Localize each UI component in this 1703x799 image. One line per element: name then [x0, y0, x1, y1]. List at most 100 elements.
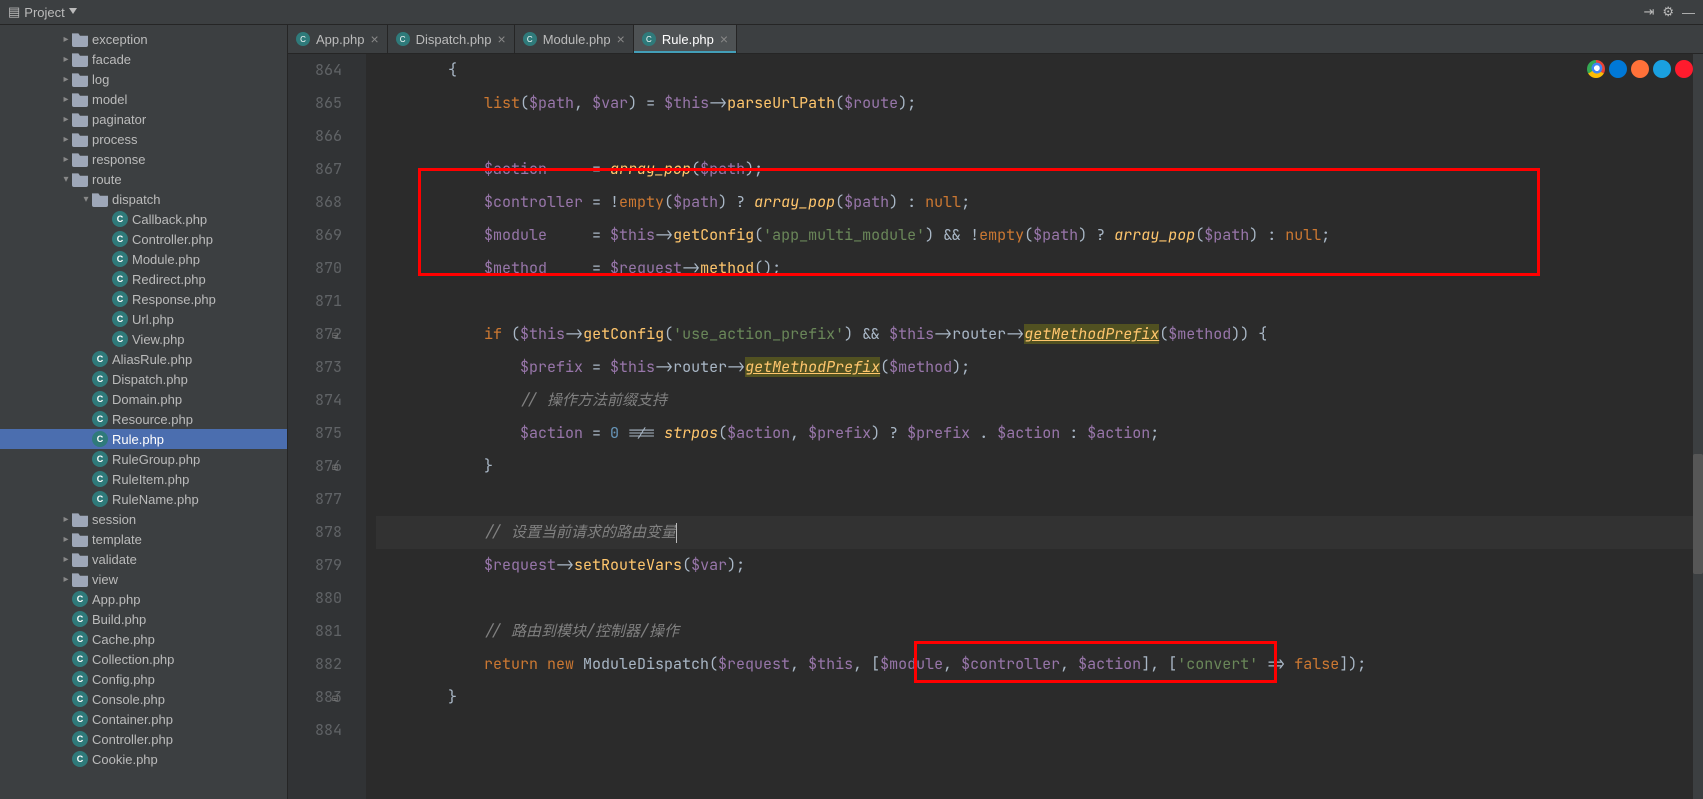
tree-arrow-icon[interactable] [60, 134, 72, 145]
close-icon[interactable]: × [720, 31, 728, 47]
tree-arrow-icon[interactable] [60, 34, 72, 45]
tree-item[interactable]: CBuild.php [0, 609, 287, 629]
tree-item[interactable]: CCache.php [0, 629, 287, 649]
tree-item[interactable]: CRuleName.php [0, 489, 287, 509]
code-line[interactable]: $prefix = $this->router->getMethodPrefix… [376, 351, 1693, 384]
tree-item[interactable]: CView.php [0, 329, 287, 349]
tree-item[interactable]: CRedirect.php [0, 269, 287, 289]
tree-arrow-icon[interactable] [60, 74, 72, 85]
tree-arrow-icon[interactable] [60, 114, 72, 125]
tree-item[interactable]: log [0, 69, 287, 89]
code-line[interactable]: if ($this->getConfig('use_action_prefix'… [376, 318, 1693, 351]
code-line[interactable] [376, 582, 1693, 615]
fold-icon[interactable]: ⊟ [332, 318, 338, 351]
tree-item[interactable]: facade [0, 49, 287, 69]
tree-arrow-icon[interactable] [60, 554, 72, 565]
tree-item[interactable]: session [0, 509, 287, 529]
editor-tab[interactable]: CApp.php× [288, 25, 388, 53]
opera-icon[interactable] [1675, 60, 1693, 78]
chrome-icon[interactable] [1587, 60, 1605, 78]
tree-arrow-icon[interactable] [80, 194, 92, 205]
tree-item[interactable]: exception [0, 29, 287, 49]
code-line[interactable] [376, 285, 1693, 318]
editor-tab[interactable]: CModule.php× [515, 25, 634, 53]
tree-arrow-icon[interactable] [60, 174, 72, 185]
code-line[interactable] [376, 120, 1693, 153]
firefox-icon[interactable] [1631, 60, 1649, 78]
tree-item[interactable]: CCollection.php [0, 649, 287, 669]
tree-item[interactable]: view [0, 569, 287, 589]
fold-icon[interactable]: ⊟ [332, 681, 338, 714]
project-sidebar[interactable]: exceptionfacadelogmodelpaginatorprocessr… [0, 25, 288, 799]
code-line[interactable]: } [376, 681, 1693, 714]
code-editor[interactable]: { list($path, $var) = $this->parseUrlPat… [366, 54, 1693, 799]
code-line[interactable]: $controller = !empty($path) ? array_pop(… [376, 186, 1693, 219]
line-number: 878 [288, 516, 342, 549]
tree-item[interactable]: route [0, 169, 287, 189]
tree-item[interactable]: CController.php [0, 729, 287, 749]
tree-item[interactable]: dispatch [0, 189, 287, 209]
tree-item[interactable]: CContainer.php [0, 709, 287, 729]
tree-item[interactable]: CDomain.php [0, 389, 287, 409]
tree-item[interactable]: CCookie.php [0, 749, 287, 769]
tree-arrow-icon[interactable] [60, 534, 72, 545]
tree-item[interactable]: CConsole.php [0, 689, 287, 709]
close-icon[interactable]: × [498, 31, 506, 47]
tree-arrow-icon[interactable] [60, 94, 72, 105]
editor-tab[interactable]: CDispatch.php× [388, 25, 515, 53]
code-line[interactable]: list($path, $var) = $this->parseUrlPath(… [376, 87, 1693, 120]
tree-label: exception [92, 32, 148, 47]
scrollbar-thumb[interactable] [1693, 454, 1703, 574]
code-line[interactable] [376, 483, 1693, 516]
code-line[interactable]: return new ModuleDispatch($request, $thi… [376, 648, 1693, 681]
code-container[interactable]: 864865866867868869870871872⊟873874875876… [288, 54, 1703, 799]
vertical-scrollbar[interactable] [1693, 54, 1703, 799]
code-line[interactable]: $action = array_pop($path); [376, 153, 1693, 186]
tree-item[interactable]: paginator [0, 109, 287, 129]
code-line[interactable]: // 设置当前请求的路由变量 [376, 516, 1693, 549]
tree-item[interactable]: CRuleItem.php [0, 469, 287, 489]
code-line[interactable]: // 路由到模块/控制器/操作 [376, 615, 1693, 648]
code-line[interactable]: $request->setRouteVars($var); [376, 549, 1693, 582]
tree-item[interactable]: CCallback.php [0, 209, 287, 229]
editor-tab[interactable]: CRule.php× [634, 25, 737, 53]
edge-icon[interactable] [1609, 60, 1627, 78]
tree-item[interactable]: model [0, 89, 287, 109]
fold-icon[interactable]: ⊟ [332, 450, 338, 483]
code-line[interactable]: { [376, 54, 1693, 87]
tree-item[interactable]: CResource.php [0, 409, 287, 429]
tree-arrow-icon[interactable] [60, 154, 72, 165]
tree-item[interactable]: CConfig.php [0, 669, 287, 689]
tree-item[interactable]: template [0, 529, 287, 549]
code-line[interactable] [376, 714, 1693, 747]
tree-item[interactable]: process [0, 129, 287, 149]
code-line[interactable]: $method = $request->method(); [376, 252, 1693, 285]
tree-item[interactable]: CAliasRule.php [0, 349, 287, 369]
tree-item[interactable]: CController.php [0, 229, 287, 249]
safari-icon[interactable] [1653, 60, 1671, 78]
tree-arrow-icon[interactable] [60, 54, 72, 65]
code-line[interactable]: $action = 0 !== strpos($action, $prefix)… [376, 417, 1693, 450]
project-icon: ▤ [8, 4, 20, 20]
tree-item[interactable]: validate [0, 549, 287, 569]
tree-item[interactable]: CRuleGroup.php [0, 449, 287, 469]
code-line[interactable]: $module = $this->getConfig('app_multi_mo… [376, 219, 1693, 252]
tree-arrow-icon[interactable] [60, 514, 72, 525]
gear-icon[interactable]: ⚙ [1662, 4, 1674, 20]
collapse-icon[interactable]: ⇥ [1643, 4, 1654, 20]
project-selector[interactable]: ▤ Project [8, 4, 77, 20]
minimize-icon[interactable]: — [1682, 5, 1695, 20]
tree-item[interactable]: CUrl.php [0, 309, 287, 329]
tree-arrow-icon[interactable] [60, 574, 72, 585]
close-icon[interactable]: × [370, 31, 378, 47]
tree-item[interactable]: CModule.php [0, 249, 287, 269]
code-line[interactable]: } [376, 450, 1693, 483]
close-icon[interactable]: × [617, 31, 625, 47]
tree-item[interactable]: CRule.php [0, 429, 287, 449]
tree-item[interactable]: CDispatch.php [0, 369, 287, 389]
tree-item[interactable]: CResponse.php [0, 289, 287, 309]
code-line[interactable]: // 操作方法前缀支持 [376, 384, 1693, 417]
folder-icon [72, 551, 88, 567]
tree-item[interactable]: response [0, 149, 287, 169]
tree-item[interactable]: CApp.php [0, 589, 287, 609]
